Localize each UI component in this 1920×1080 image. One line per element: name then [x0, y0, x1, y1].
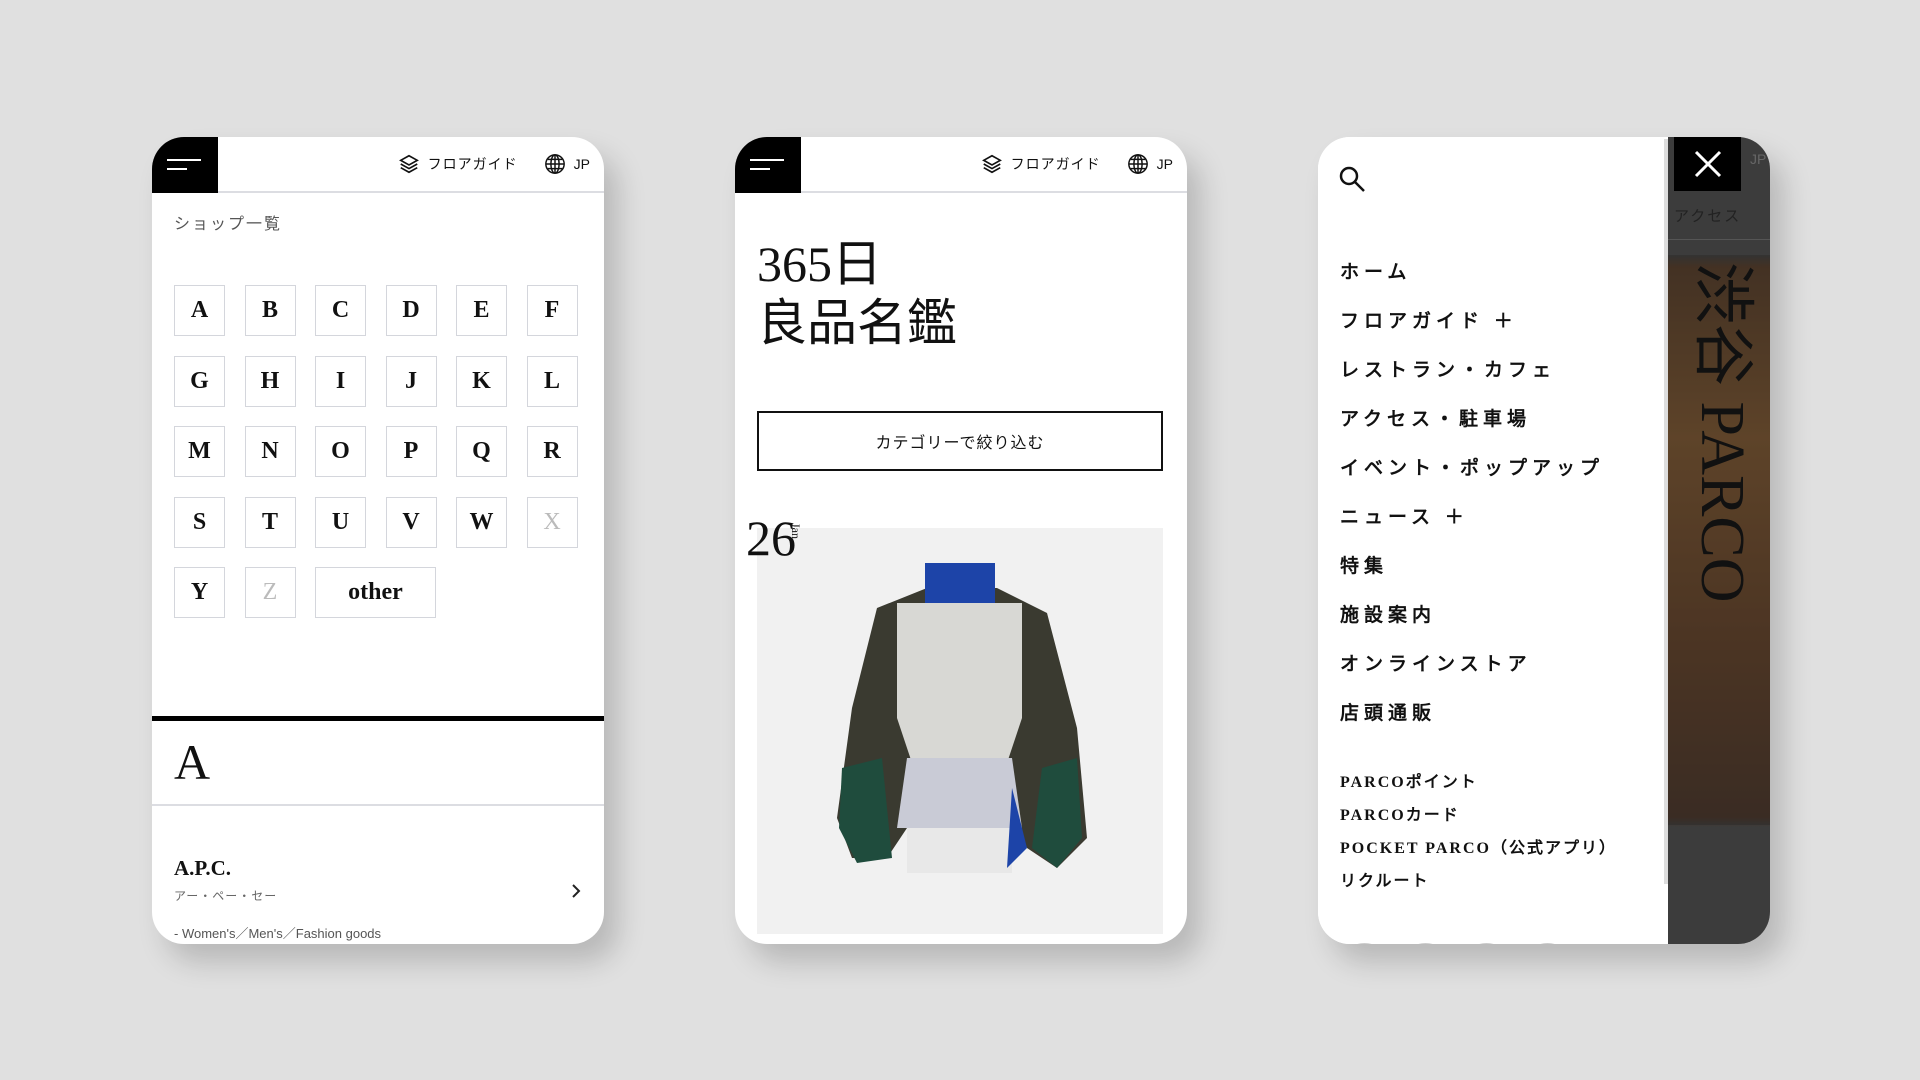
letter-filter-i[interactable]: I [315, 355, 366, 407]
facebook-icon[interactable] [1523, 943, 1572, 944]
instagram-icon[interactable] [1340, 943, 1389, 944]
header: フロアガイド JP [735, 137, 1187, 193]
menu-item[interactable]: 店頭通販 [1340, 698, 1436, 725]
letter-filter-u[interactable]: U [315, 496, 366, 548]
shop-kana: アー・ペー・セー [174, 889, 278, 903]
shop-name: A.P.C. [174, 856, 231, 880]
category-filter-button[interactable]: カテゴリーで絞り込む [757, 411, 1163, 471]
section-divider [152, 716, 604, 721]
background-page: JP アクセス 渋谷 PARCO [1668, 137, 1770, 944]
menu-item[interactable]: ニュース ＋ [1340, 502, 1469, 529]
parco-logo: 渋谷 PARCO [1688, 262, 1756, 603]
sub-menu-item[interactable]: PARCOポイント [1340, 768, 1478, 792]
shop-list-screen: フロアガイド JP ショップ一覧 ABCDEFGHIJKLMNOPQRSTUVW… [152, 137, 604, 944]
chevron-right-icon [572, 884, 581, 898]
bg-access-link: アクセス [1674, 208, 1742, 225]
menu-item[interactable]: レストラン・カフェ [1340, 355, 1556, 382]
letter-filter-h[interactable]: H [244, 355, 296, 407]
section-heading: A [174, 734, 211, 790]
goods-catalog-screen: フロアガイド JP 365日 良品名鑑 カテゴリーで絞り込む 26 Jan [735, 137, 1187, 944]
menu-item[interactable]: ホーム [1340, 257, 1411, 284]
bg-language: JP [1750, 151, 1767, 167]
menu-item[interactable]: 施設案内 [1340, 600, 1436, 627]
menu-item[interactable]: フロアガイド ＋ [1340, 306, 1518, 333]
letter-filter-b[interactable]: B [244, 285, 296, 336]
sub-menu-item[interactable]: リクルート [1340, 867, 1430, 891]
sub-menu-item[interactable]: POCKET PARCO（公式アプリ） [1340, 834, 1617, 858]
globe-icon [1127, 154, 1148, 174]
letter-filter-z: Z [244, 567, 296, 618]
letter-filter-n[interactable]: N [244, 426, 296, 477]
close-button[interactable] [1674, 137, 1741, 191]
jacket-image [837, 563, 1087, 873]
letter-filter-y[interactable]: Y [174, 567, 225, 618]
letter-filter-f[interactable]: F [526, 285, 578, 336]
header: フロアガイド JP [152, 137, 604, 193]
letter-filter-o[interactable]: O [315, 426, 366, 477]
letter-filter-g[interactable]: G [174, 355, 225, 407]
date-month: Jan [789, 523, 803, 539]
floor-guide-link[interactable]: フロアガイド [1011, 154, 1101, 174]
letter-filter-r[interactable]: R [526, 426, 578, 477]
menu-item[interactable]: イベント・ポップアップ [1340, 453, 1604, 480]
letter-filter-j[interactable]: J [385, 355, 437, 407]
letter-filter-q[interactable]: Q [456, 426, 507, 477]
title-line-2: 良品名鑑 [757, 295, 957, 351]
divider [152, 804, 604, 806]
letter-filter-p[interactable]: P [385, 426, 437, 477]
close-icon [1694, 150, 1722, 178]
menu-item[interactable]: オンラインストア [1340, 649, 1532, 676]
globe-icon [544, 154, 565, 174]
menu-button[interactable] [152, 137, 218, 193]
letter-filter-m[interactable]: M [174, 426, 225, 477]
twitter-icon[interactable] [1462, 943, 1511, 944]
shop-category: - Women's／Men's／Fashion goods [174, 926, 382, 941]
product-image[interactable] [757, 528, 1163, 934]
letter-filter-v[interactable]: V [385, 496, 437, 548]
letter-filter-k[interactable]: K [456, 355, 507, 407]
letter-filter-s[interactable]: S [174, 496, 225, 548]
page-title: ショップ一覧 [174, 216, 283, 233]
language-switch[interactable]: JP [1157, 156, 1173, 172]
letter-filter-x: X [526, 496, 578, 548]
floor-guide-link[interactable]: フロアガイド [428, 154, 518, 174]
menu-drawer: ホームフロアガイド ＋ レストラン・カフェ アクセス・駐車場イベント・ポップアップニ… [1318, 137, 1668, 944]
letter-filter-c[interactable]: C [315, 285, 366, 336]
layers-icon [981, 154, 1002, 174]
page-title: 365日 良品名鑑 [757, 235, 957, 353]
navigation-menu-screen: JP アクセス 渋谷 PARCO ホーム フロアガイド ＋レストラン・カフェ アクセ… [1318, 137, 1770, 944]
language-switch[interactable]: JP [574, 156, 590, 172]
sub-menu-item[interactable]: PARCOカード [1340, 801, 1460, 825]
menu-item[interactable]: アクセス・駐車場 [1340, 404, 1531, 431]
letter-filter-other[interactable]: other [315, 567, 436, 618]
letter-filter-t[interactable]: T [244, 496, 296, 548]
scrollbar[interactable] [1664, 139, 1668, 884]
menu-item[interactable]: 特集 [1340, 551, 1388, 578]
layers-icon [398, 154, 419, 174]
letter-filter-e[interactable]: E [456, 285, 507, 336]
line-icon[interactable] [1401, 943, 1450, 944]
search-icon[interactable] [1338, 165, 1368, 195]
letter-filter-l[interactable]: L [526, 355, 578, 407]
letter-filter-d[interactable]: D [385, 285, 437, 336]
letter-filter-a[interactable]: A [174, 285, 225, 336]
letter-filter-w[interactable]: W [456, 496, 507, 548]
title-line-1: 365日 [757, 236, 882, 292]
menu-button[interactable] [735, 137, 801, 193]
